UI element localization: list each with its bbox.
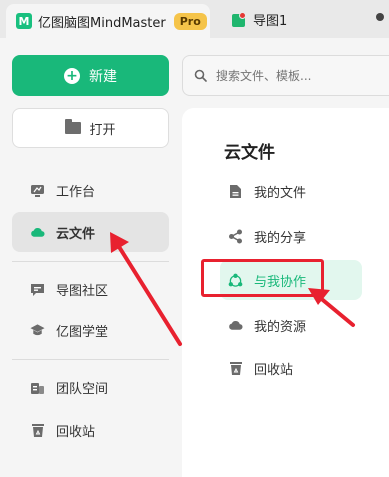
annotation-arrows — [110, 232, 355, 346]
annotation-arrow-line — [114, 240, 182, 346]
annotation-arrow-line — [316, 294, 355, 327]
